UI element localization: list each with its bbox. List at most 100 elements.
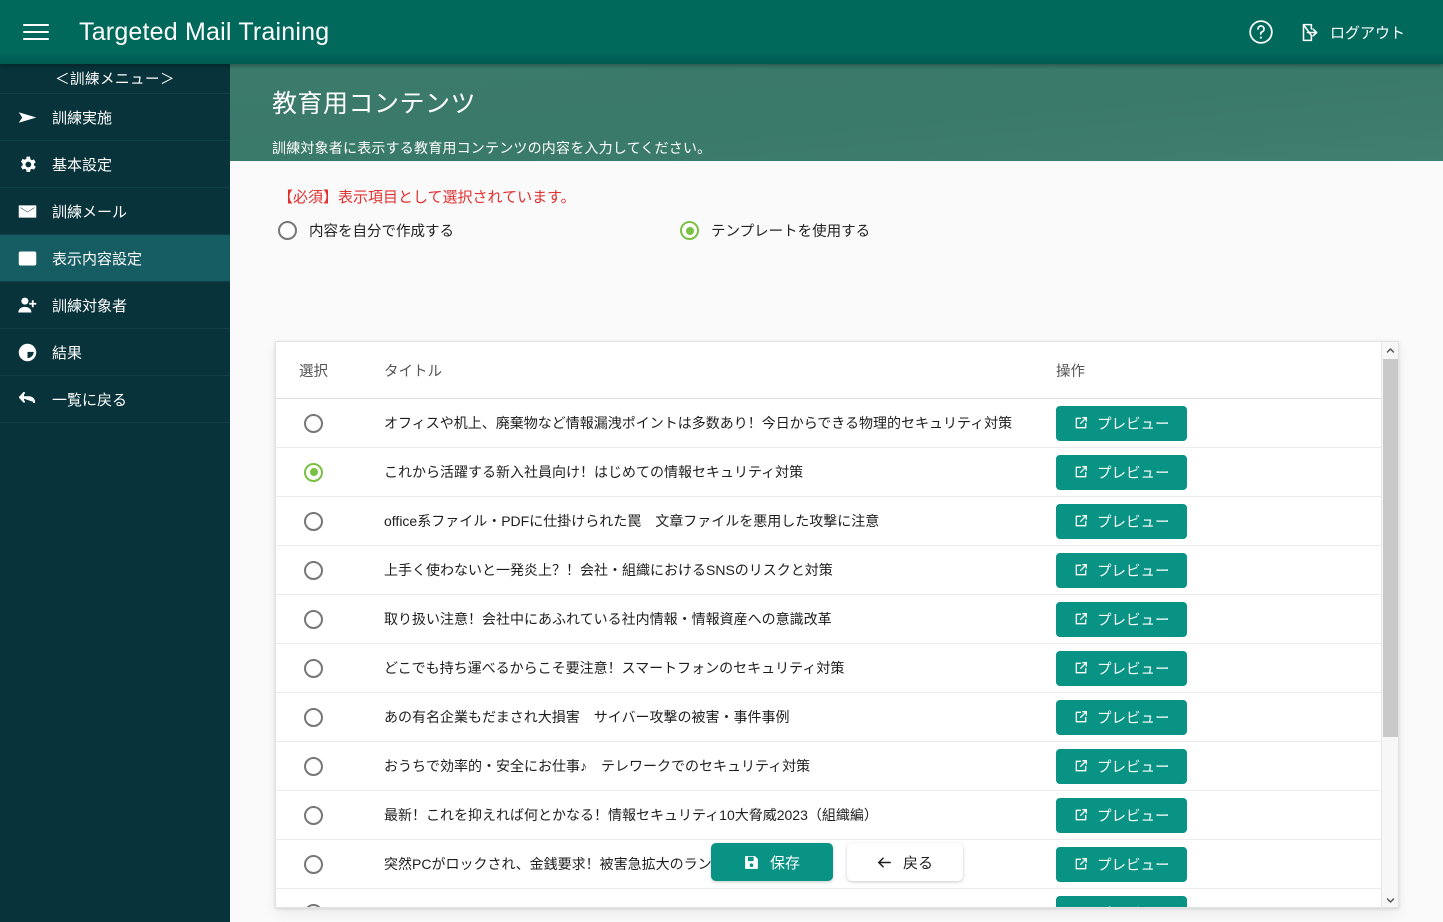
page-title: 教育用コンテンツ xyxy=(272,90,477,118)
undo-arrow-icon xyxy=(16,388,39,411)
logout-button[interactable]: ログアウト xyxy=(1300,22,1405,43)
sidebar-item-basic-settings[interactable]: 基本設定 xyxy=(0,141,230,188)
required-note: 【必須】表示項目として選択されています。 xyxy=(278,189,576,206)
preview-button[interactable]: プレビュー xyxy=(1056,552,1187,588)
sidebar-item-label: 結果 xyxy=(52,344,83,362)
table-row[interactable]: 取り扱い注意！会社中にあふれている社内情報・情報資産への意識改革 プレビュー xyxy=(276,595,1382,644)
app-root: Targeted Mail Training ログアウト ＜訓練メニュー＞ 訓練… xyxy=(0,0,1443,922)
top-app-bar: Targeted Mail Training ログアウト xyxy=(0,0,1443,64)
page-header: 教育用コンテンツ 訓練対象者に表示する教育用コンテンツの内容を入力してください。 xyxy=(230,64,1443,161)
table-row[interactable]: 上手く使わないと一発炎上？！会社・組織におけるSNSのリスクと対策 プレビュー xyxy=(276,546,1382,595)
preview-button[interactable]: プレビュー xyxy=(1056,503,1187,539)
sidebar-item-trainees[interactable]: 訓練対象者 xyxy=(0,282,230,329)
row-select-cell[interactable] xyxy=(276,658,384,678)
scrollbar-thumb[interactable] xyxy=(1383,359,1398,737)
sidebar-item-label: 基本設定 xyxy=(52,156,113,174)
sidebar-item-results[interactable]: 結果 xyxy=(0,329,230,376)
radio-option-create-own[interactable]: 内容を自分で作成する xyxy=(278,220,454,241)
preview-button[interactable]: プレビュー xyxy=(1056,748,1187,784)
row-select-cell[interactable] xyxy=(276,462,384,482)
preview-button[interactable]: プレビュー xyxy=(1056,699,1187,735)
logout-icon xyxy=(1302,23,1318,41)
layout-panel-icon xyxy=(16,247,39,270)
table-row[interactable]: これから活躍する新入社員向け！はじめての情報セキュリティ対策 プレビュー xyxy=(276,448,1382,497)
table-row[interactable]: どこでも持ち運べるからこそ要注意！スマートフォンのセキュリティ対策 プレビュー xyxy=(276,644,1382,693)
sidebar-item-display-settings[interactable]: 表示内容設定 xyxy=(0,235,230,282)
row-title: office系ファイル・PDFに仕掛けられた罠 文章ファイルを悪用した攻撃に注意 xyxy=(384,513,880,529)
row-select-cell[interactable] xyxy=(276,756,384,776)
row-title: これから活躍する新入社員向け！はじめての情報セキュリティ対策 xyxy=(384,464,804,480)
back-label: 戻る xyxy=(902,854,933,872)
help-circle-icon[interactable] xyxy=(1248,19,1274,45)
sidebar-item-back-to-list[interactable]: 一覧に戻る xyxy=(0,376,230,423)
radio-indicator-selected xyxy=(680,221,699,240)
preview-label: プレビュー xyxy=(1097,710,1170,727)
page-description: 訓練対象者に表示する教育用コンテンツの内容を入力してください。 xyxy=(272,140,712,156)
radio-indicator[interactable] xyxy=(304,707,323,727)
external-link-icon xyxy=(1075,466,1087,478)
row-select-cell[interactable] xyxy=(276,609,384,629)
row-title: 上手く使わないと一発炎上？！会社・組織におけるSNSのリスクと対策 xyxy=(384,562,833,578)
sidebar-item-training-exec[interactable]: 訓練実施 xyxy=(0,94,230,141)
external-link-icon xyxy=(1075,613,1087,625)
send-icon xyxy=(16,106,39,129)
back-button[interactable]: 戻る xyxy=(846,843,963,881)
radio-indicator[interactable] xyxy=(304,609,323,629)
preview-label: プレビュー xyxy=(1097,759,1170,776)
row-title: 取り扱い注意！会社中にあふれている社内情報・情報資産への意識改革 xyxy=(384,611,832,627)
main-content: 教育用コンテンツ 訓練対象者に表示する教育用コンテンツの内容を入力してください。… xyxy=(230,64,1443,922)
external-link-icon xyxy=(1075,417,1087,429)
row-operation-cell: プレビュー xyxy=(1056,503,1382,539)
row-select-cell[interactable] xyxy=(276,413,384,433)
row-title: どこでも持ち運べるからこそ要注意！スマートフォンのセキュリティ対策 xyxy=(384,660,845,676)
sidebar-title: ＜訓練メニュー＞ xyxy=(0,64,230,94)
radio-indicator[interactable] xyxy=(304,511,323,531)
preview-button[interactable]: プレビュー xyxy=(1056,601,1187,637)
preview-button[interactable]: プレビュー xyxy=(1056,650,1187,686)
preview-label: プレビュー xyxy=(1097,661,1170,678)
sidebar-item-label: 訓練対象者 xyxy=(52,297,128,315)
row-operation-cell: プレビュー xyxy=(1056,601,1382,637)
preview-button[interactable]: プレビュー xyxy=(1056,454,1187,490)
save-button[interactable]: 保存 xyxy=(710,843,833,881)
row-title: あの有名企業もだまされ大損害 サイバー攻撃の被害・事件事例 xyxy=(384,709,790,725)
row-select-cell[interactable] xyxy=(276,560,384,580)
column-header-title: タイトル xyxy=(384,363,442,380)
sidebar-item-training-mail[interactable]: 訓練メール xyxy=(0,188,230,235)
external-link-icon xyxy=(1075,711,1087,723)
row-operation-cell: プレビュー xyxy=(1056,552,1382,588)
row-select-cell[interactable] xyxy=(276,707,384,727)
radio-indicator[interactable] xyxy=(304,413,323,433)
row-title: オフィスや机上、廃棄物など情報漏洩ポイントは多数あり！今日からできる物理的セキュ… xyxy=(384,415,1013,431)
external-link-icon xyxy=(1075,760,1087,772)
scroll-up-button[interactable] xyxy=(1382,342,1398,359)
preview-button[interactable]: プレビュー xyxy=(1056,405,1187,441)
radio-option-use-template[interactable]: テンプレートを使用する xyxy=(680,220,870,241)
radio-indicator[interactable] xyxy=(304,560,323,580)
table-row[interactable]: オフィスや机上、廃棄物など情報漏洩ポイントは多数あり！今日からできる物理的セキュ… xyxy=(276,399,1382,448)
table-row[interactable]: あの有名企業もだまされ大損害 サイバー攻撃の被害・事件事例 プレビュー xyxy=(276,693,1382,742)
preview-label: プレビュー xyxy=(1097,465,1170,482)
column-header-operation: 操作 xyxy=(1056,363,1085,380)
external-link-icon xyxy=(1075,515,1087,527)
preview-label: プレビュー xyxy=(1097,514,1170,531)
save-label: 保存 xyxy=(769,854,800,872)
preview-label: プレビュー xyxy=(1097,563,1170,580)
external-link-icon xyxy=(1075,564,1087,576)
gear-icon xyxy=(16,153,39,176)
radio-indicator-selected[interactable] xyxy=(304,462,323,482)
pie-chart-icon xyxy=(16,341,39,364)
table-row[interactable]: おうちで効率的・安全にお仕事♪ テレワークでのセキュリティ対策 プレビュー xyxy=(276,742,1382,791)
hamburger-menu-icon[interactable] xyxy=(13,9,59,55)
column-header-select: 選択 xyxy=(299,363,328,380)
row-title: おうちで効率的・安全にお仕事♪ テレワークでのセキュリティ対策 xyxy=(384,758,811,774)
radio-indicator[interactable] xyxy=(304,658,323,678)
sidebar: ＜訓練メニュー＞ 訓練実施 基本設定 訓練メール 表示内容設定 訓練対象者 結果… xyxy=(0,64,230,922)
radio-label: テンプレートを使用する xyxy=(711,224,871,240)
row-select-cell[interactable] xyxy=(276,511,384,531)
radio-indicator[interactable] xyxy=(304,756,323,776)
table-row[interactable]: office系ファイル・PDFに仕掛けられた罠 文章ファイルを悪用した攻撃に注意… xyxy=(276,497,1382,546)
user-add-icon xyxy=(16,294,39,317)
radio-label: 内容を自分で作成する xyxy=(309,224,454,240)
form-body: 【必須】表示項目として選択されています。 内容を自分で作成する テンプレートを使… xyxy=(230,161,1443,922)
